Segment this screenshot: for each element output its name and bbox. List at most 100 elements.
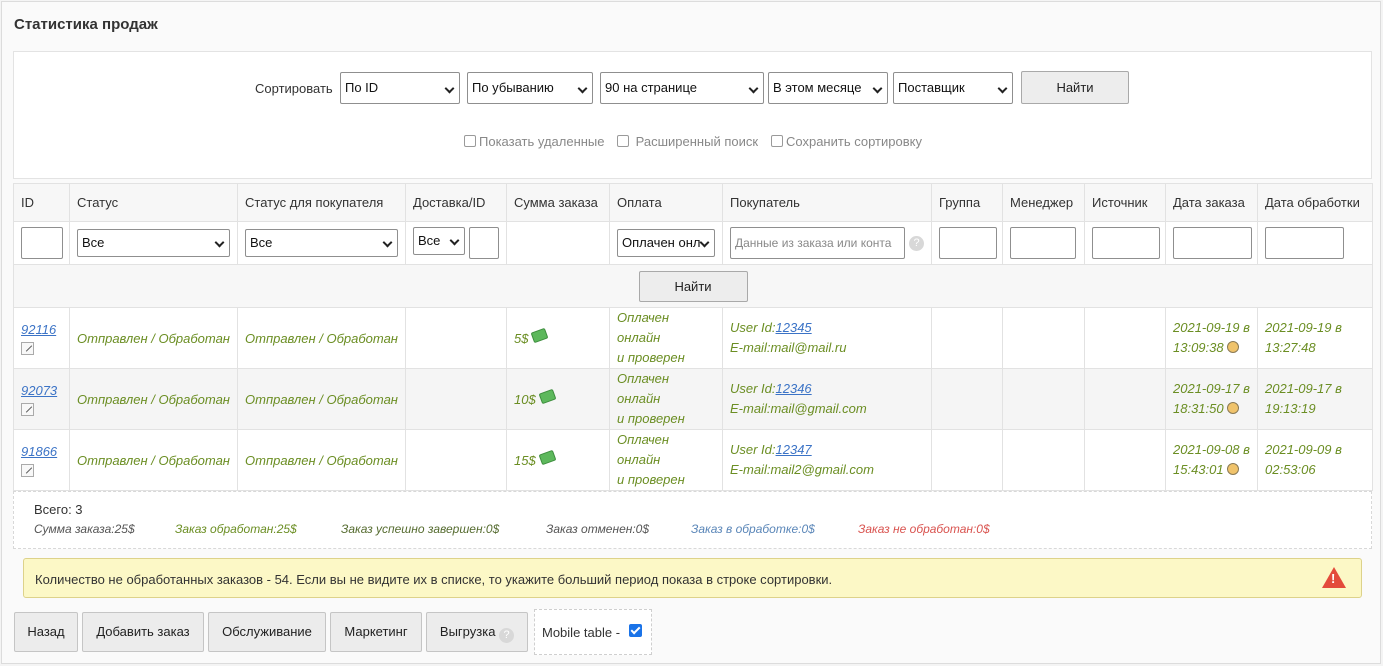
- order-id-link[interactable]: 92073: [21, 383, 57, 398]
- filter-row: Все Все Все Оплачен онл Данные из заказа…: [13, 221, 1373, 265]
- manager-filter-input[interactable]: [1010, 227, 1076, 259]
- help-icon[interactable]: ?: [499, 628, 515, 643]
- search-cell: Найти: [13, 264, 1373, 308]
- payment-cell: Оплачен онлайн и проверен: [609, 368, 723, 430]
- status-filter-value: Все: [82, 235, 105, 250]
- delivery-id-input[interactable]: [469, 227, 499, 259]
- source-cell: [1084, 429, 1166, 491]
- order-id-cell: 92116: [13, 307, 70, 369]
- warning-banner: Количество не обработанных заказов - 54.…: [23, 558, 1362, 598]
- user-id-prefix: User Id:: [730, 442, 776, 457]
- delivery-filter-select[interactable]: Все: [413, 227, 466, 255]
- help-icon[interactable]: ?: [909, 235, 924, 251]
- group-cell: [931, 429, 1003, 491]
- column-header-group[interactable]: Группа: [931, 183, 1003, 222]
- filter-cell: Все: [69, 221, 238, 265]
- buyer-cell: User Id:12345 E-mail:mail@mail.ru: [722, 307, 932, 369]
- period-select[interactable]: В этом месяце: [768, 72, 888, 104]
- buyer-email: E-mail:mail@mail.ru: [730, 340, 847, 355]
- user-id-link[interactable]: 12345: [776, 320, 812, 335]
- buyer-cell: User Id:12346 E-mail:mail@gmail.com: [722, 368, 932, 430]
- add-order-button[interactable]: Добавить заказ: [82, 612, 204, 652]
- column-header-status[interactable]: Статус: [69, 183, 238, 222]
- order-date-line: 2021-09-17 в: [1173, 381, 1250, 396]
- user-id-prefix: User Id:: [730, 381, 776, 396]
- column-header-buyer[interactable]: Покупатель: [722, 183, 932, 222]
- per-page-select[interactable]: 90 на странице: [600, 72, 764, 104]
- user-id-link[interactable]: 12346: [776, 381, 812, 396]
- order-id-cell: 92073: [13, 368, 70, 430]
- user-id-link[interactable]: 12347: [776, 442, 812, 457]
- checkbox-box[interactable]: [464, 135, 476, 147]
- processed-date-cell: 2021-09-09 в 02:53:06: [1257, 429, 1373, 491]
- clock-icon[interactable]: [1226, 463, 1239, 475]
- edit-icon[interactable]: [21, 463, 34, 477]
- edit-icon[interactable]: [21, 402, 34, 416]
- column-header-id[interactable]: ID: [13, 183, 70, 222]
- edit-icon[interactable]: [21, 341, 34, 355]
- back-button[interactable]: Назад: [14, 612, 78, 652]
- payment-filter-value: Оплачен онл: [622, 235, 701, 250]
- sum-cell: 5$: [506, 307, 610, 369]
- delivery-filter-value: Все: [418, 233, 441, 248]
- column-header-sum[interactable]: Сумма заказа: [506, 183, 610, 222]
- mobile-table-checkbox[interactable]: [629, 624, 642, 637]
- filter-cell: [931, 221, 1003, 265]
- show-deleted-label: Показать удаленные: [479, 134, 605, 149]
- service-button[interactable]: Обслуживание: [208, 612, 326, 652]
- buyer-filter-input[interactable]: Данные из заказа или конта: [730, 227, 906, 259]
- processed-date-cell: 2021-09-19 в 13:27:48: [1257, 307, 1373, 369]
- column-header-processed-date[interactable]: Дата обработки: [1257, 183, 1373, 222]
- delivery-cell: [405, 307, 507, 369]
- sum-value: 10$: [514, 392, 536, 407]
- sort-order-select[interactable]: По убыванию: [467, 72, 593, 104]
- column-header-delivery[interactable]: Доставка/ID: [405, 183, 507, 222]
- save-sort-label: Сохранить сортировку: [786, 134, 922, 149]
- supplier-select[interactable]: Поставщик: [893, 72, 1013, 104]
- money-icon: [531, 327, 549, 344]
- save-sort-checkbox[interactable]: Сохранить сортировку: [771, 134, 922, 149]
- column-header-buyer-status[interactable]: Статус для покупателя: [237, 183, 406, 222]
- column-header-source[interactable]: Источник: [1084, 183, 1166, 222]
- status-filter-select[interactable]: Все: [77, 229, 230, 257]
- payment-line: и проверен: [617, 411, 685, 426]
- processed-date-filter-input[interactable]: [1265, 227, 1344, 259]
- id-filter-input[interactable]: [21, 227, 63, 259]
- payment-filter-select[interactable]: Оплачен онл: [617, 229, 715, 257]
- buyer-status-filter-select[interactable]: Все: [245, 229, 398, 257]
- checkbox-box[interactable]: [617, 135, 629, 147]
- checkbox-box[interactable]: [771, 135, 783, 147]
- show-deleted-checkbox[interactable]: Показать удаленные: [464, 134, 605, 149]
- total-cancelled: Заказ отменен:0$: [546, 522, 650, 536]
- sum-cell: 10$: [506, 368, 610, 430]
- advanced-search-checkbox[interactable]: Расширенный поиск: [617, 134, 758, 149]
- column-header-order-date[interactable]: Дата заказа: [1165, 183, 1258, 222]
- filter-cell: [506, 221, 610, 265]
- buyer-status-cell: Отправлен / Обработан: [237, 429, 406, 491]
- order-id-link[interactable]: 92116: [21, 322, 56, 337]
- sort-by-select[interactable]: По ID: [340, 72, 460, 104]
- export-label: Выгрузка: [439, 624, 496, 639]
- column-header-manager[interactable]: Менеджер: [1002, 183, 1085, 222]
- table-header: ID Статус Статус для покупателя Доставка…: [13, 183, 1373, 222]
- payment-line: Оплачен онлайн: [617, 310, 670, 345]
- sort-by-value: По ID: [345, 80, 379, 95]
- order-date-filter-input[interactable]: [1173, 227, 1252, 259]
- marketing-button[interactable]: Маркетинг: [330, 612, 422, 652]
- sum-value: 15$: [514, 453, 536, 468]
- sort-find-button[interactable]: Найти: [1021, 71, 1129, 104]
- totals-panel: Всего: 3 Сумма заказа:25$ Заказ обработа…: [13, 491, 1372, 549]
- table-find-button[interactable]: Найти: [638, 270, 748, 302]
- order-id-link[interactable]: 91866: [21, 444, 57, 459]
- source-filter-input[interactable]: [1092, 227, 1160, 259]
- export-button[interactable]: Выгрузка ?: [426, 612, 528, 652]
- filter-cell: [1165, 221, 1258, 265]
- column-header-payment[interactable]: Оплата: [609, 183, 723, 222]
- payment-line: и проверен: [617, 350, 685, 365]
- total-processed: Заказ обработан:25$: [175, 522, 297, 536]
- group-cell: [931, 307, 1003, 369]
- period-value: В этом месяце: [773, 80, 862, 95]
- clock-icon[interactable]: [1226, 341, 1239, 353]
- clock-icon[interactable]: [1226, 402, 1239, 414]
- group-filter-input[interactable]: [939, 227, 997, 259]
